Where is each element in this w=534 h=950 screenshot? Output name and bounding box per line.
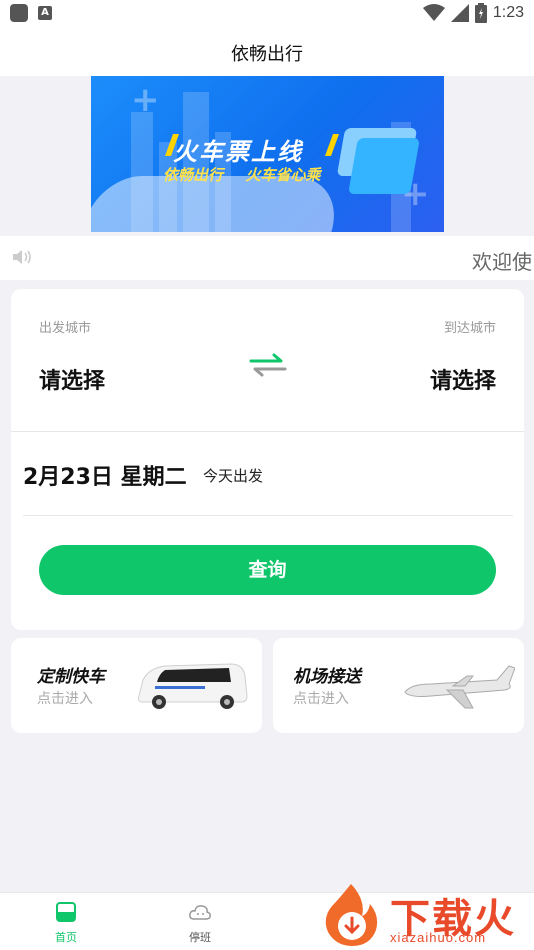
banner-headline: 火车票上线 [173,138,303,166]
van-image [138,663,248,709]
airport-transfer-card[interactable]: 机场接送 点击进入 [273,638,524,733]
banner-sub-left: 依畅出行 [163,166,224,184]
service-title: 机场接送 [293,667,361,687]
banner-sub-right: 火车省心乘 [245,166,321,184]
watermark-url: xiazaihuo.com [390,930,487,945]
speaker-icon [13,250,31,264]
to-city-label: 到达城市 [443,321,496,336]
a-icon: A [38,6,52,20]
tab-suspended[interactable]: 停班 [170,901,230,945]
swap-icon[interactable] [249,353,287,377]
notice-bar: 欢迎使 [0,236,534,280]
from-city-select[interactable]: 请选择 [39,363,105,395]
banner-area: + + 火车票上线 依畅出行 火车省心乘 [0,76,534,234]
tab-home[interactable]: 首页 [36,901,96,945]
status-bar: A 1:23 [0,0,534,28]
to-city-select[interactable]: 请选择 [430,363,496,395]
airplane-image [404,665,515,709]
status-left-icons: A [10,4,52,22]
service-subtitle: 点击进入 [37,691,93,707]
phone-graphic [348,138,420,194]
watermark: 下载火 xiazaihuo.com [316,880,534,950]
signal-icon [450,4,469,22]
notification-icon [10,4,28,22]
page-title: 依畅出行 [231,44,303,65]
clock: 1:23 [492,4,524,21]
fire-logo-icon [325,884,378,946]
notice-text: 欢迎使 [472,250,532,274]
home-icon [56,902,76,922]
battery-icon [474,3,487,23]
date-note: 今天出发 [203,467,264,485]
banner-subtitle: 依畅出行 火车省心乘 [163,164,321,185]
cloud-icon [189,905,211,920]
app-header: 依畅出行 [0,28,534,76]
search-card: 出发城市 请选择 到达城市 请选择 2月23日 星期二 今天出发 查询 [11,289,524,630]
status-right-icons: 1:23 [422,3,524,23]
custom-express-card[interactable]: 定制快车 点击进入 [11,638,262,733]
service-title: 定制快车 [37,667,105,687]
promo-banner[interactable]: + + 火车票上线 依畅出行 火车省心乘 [91,76,444,232]
date-select[interactable]: 2月23日 星期二 [23,459,187,491]
divider [11,431,524,432]
query-button[interactable]: 查询 [39,545,496,595]
tab-label: 首页 [55,931,77,944]
divider [23,515,513,516]
tab-label: 停班 [189,931,211,944]
wifi-icon [422,4,445,21]
from-city-label: 出发城市 [39,321,92,336]
service-subtitle: 点击进入 [293,691,349,707]
